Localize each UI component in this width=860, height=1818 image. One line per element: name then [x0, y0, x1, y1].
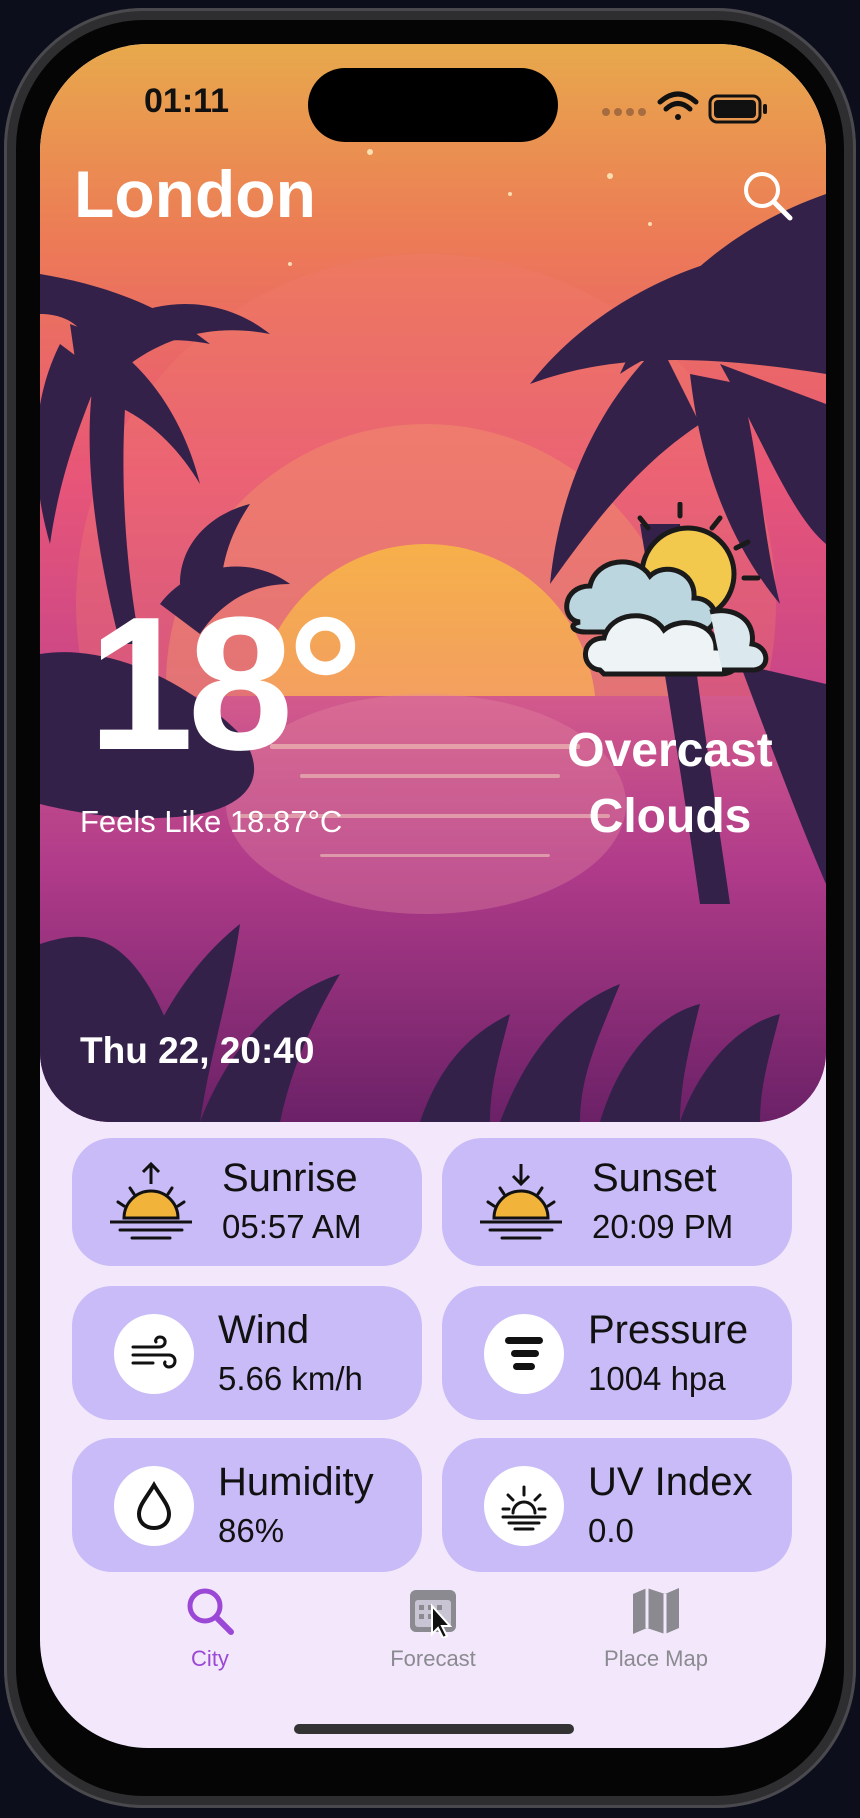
wind-icon: [131, 1335, 177, 1369]
feels-like-text: Feels Like 18.87°C: [80, 804, 343, 839]
app-screen: 01:11 London 18° Feels Like 18.87°C Over…: [40, 44, 826, 1748]
sunrise-card: Sunrise 05:57 AM: [72, 1138, 422, 1266]
status-bar-icons: [602, 91, 767, 124]
nav-item-place-map[interactable]: Place Map: [556, 1584, 756, 1684]
sunset-icon: [480, 1164, 562, 1240]
humidity-icon-circle: [114, 1466, 194, 1546]
calendar-icon: [410, 1590, 456, 1638]
humidity-card: Humidity 86%: [72, 1438, 422, 1572]
card-title: Wind: [218, 1308, 310, 1352]
wind-icon-circle: [114, 1314, 194, 1394]
current-temperature: 18°: [88, 578, 363, 790]
nav-label: Forecast: [390, 1646, 476, 1671]
card-value: 0.0: [588, 1512, 634, 1549]
card-title: UV Index: [588, 1460, 753, 1504]
battery-icon: [708, 94, 767, 124]
partly-cloudy-icon: [564, 502, 769, 677]
bottom-navigation: City Forecast Place Map: [40, 1584, 826, 1704]
card-value: 05:57 AM: [222, 1208, 362, 1245]
card-value: 86%: [218, 1512, 285, 1549]
home-indicator: [294, 1724, 574, 1734]
search-icon[interactable]: [740, 168, 796, 224]
card-title: Humidity: [218, 1460, 374, 1504]
status-bar-time: 01:11: [144, 82, 230, 120]
nav-item-city[interactable]: City: [110, 1584, 310, 1684]
sunset-card: Sunset 20:09 PM: [442, 1138, 792, 1266]
dynamic-island: [308, 68, 558, 142]
card-value: 20:09 PM: [592, 1208, 734, 1245]
weather-condition: Overcast Clouds: [567, 724, 773, 843]
card-title: Sunset: [592, 1156, 717, 1200]
pressure-card: Pressure 1004 hpa: [442, 1286, 792, 1420]
uv-index-icon-circle: [484, 1466, 564, 1546]
map-icon: [633, 1588, 679, 1634]
search-icon: [187, 1588, 234, 1635]
humidity-icon: [136, 1481, 172, 1531]
card-title: Sunrise: [222, 1156, 358, 1200]
card-value: 5.66 km/h: [218, 1360, 363, 1397]
sunrise-icon: [110, 1162, 192, 1240]
current-datetime: Thu 22, 20:40: [80, 1030, 315, 1071]
pressure-icon-circle: [484, 1314, 564, 1394]
city-name: London: [74, 157, 316, 231]
uv-index-icon: [501, 1485, 547, 1531]
signal-icon: [602, 108, 646, 116]
wind-card: Wind 5.66 km/h: [72, 1286, 422, 1420]
card-value: 1004 hpa: [588, 1360, 726, 1397]
uv-index-card: UV Index 0.0: [442, 1438, 792, 1572]
weather-hero: 01:11 London 18° Feels Like 18.87°C Over…: [40, 44, 826, 1122]
nav-item-forecast[interactable]: Forecast: [333, 1584, 533, 1684]
wifi-icon: [657, 91, 699, 120]
pressure-icon: [505, 1337, 543, 1370]
nav-label: City: [191, 1646, 229, 1671]
card-title: Pressure: [588, 1308, 749, 1352]
nav-label: Place Map: [604, 1646, 708, 1671]
